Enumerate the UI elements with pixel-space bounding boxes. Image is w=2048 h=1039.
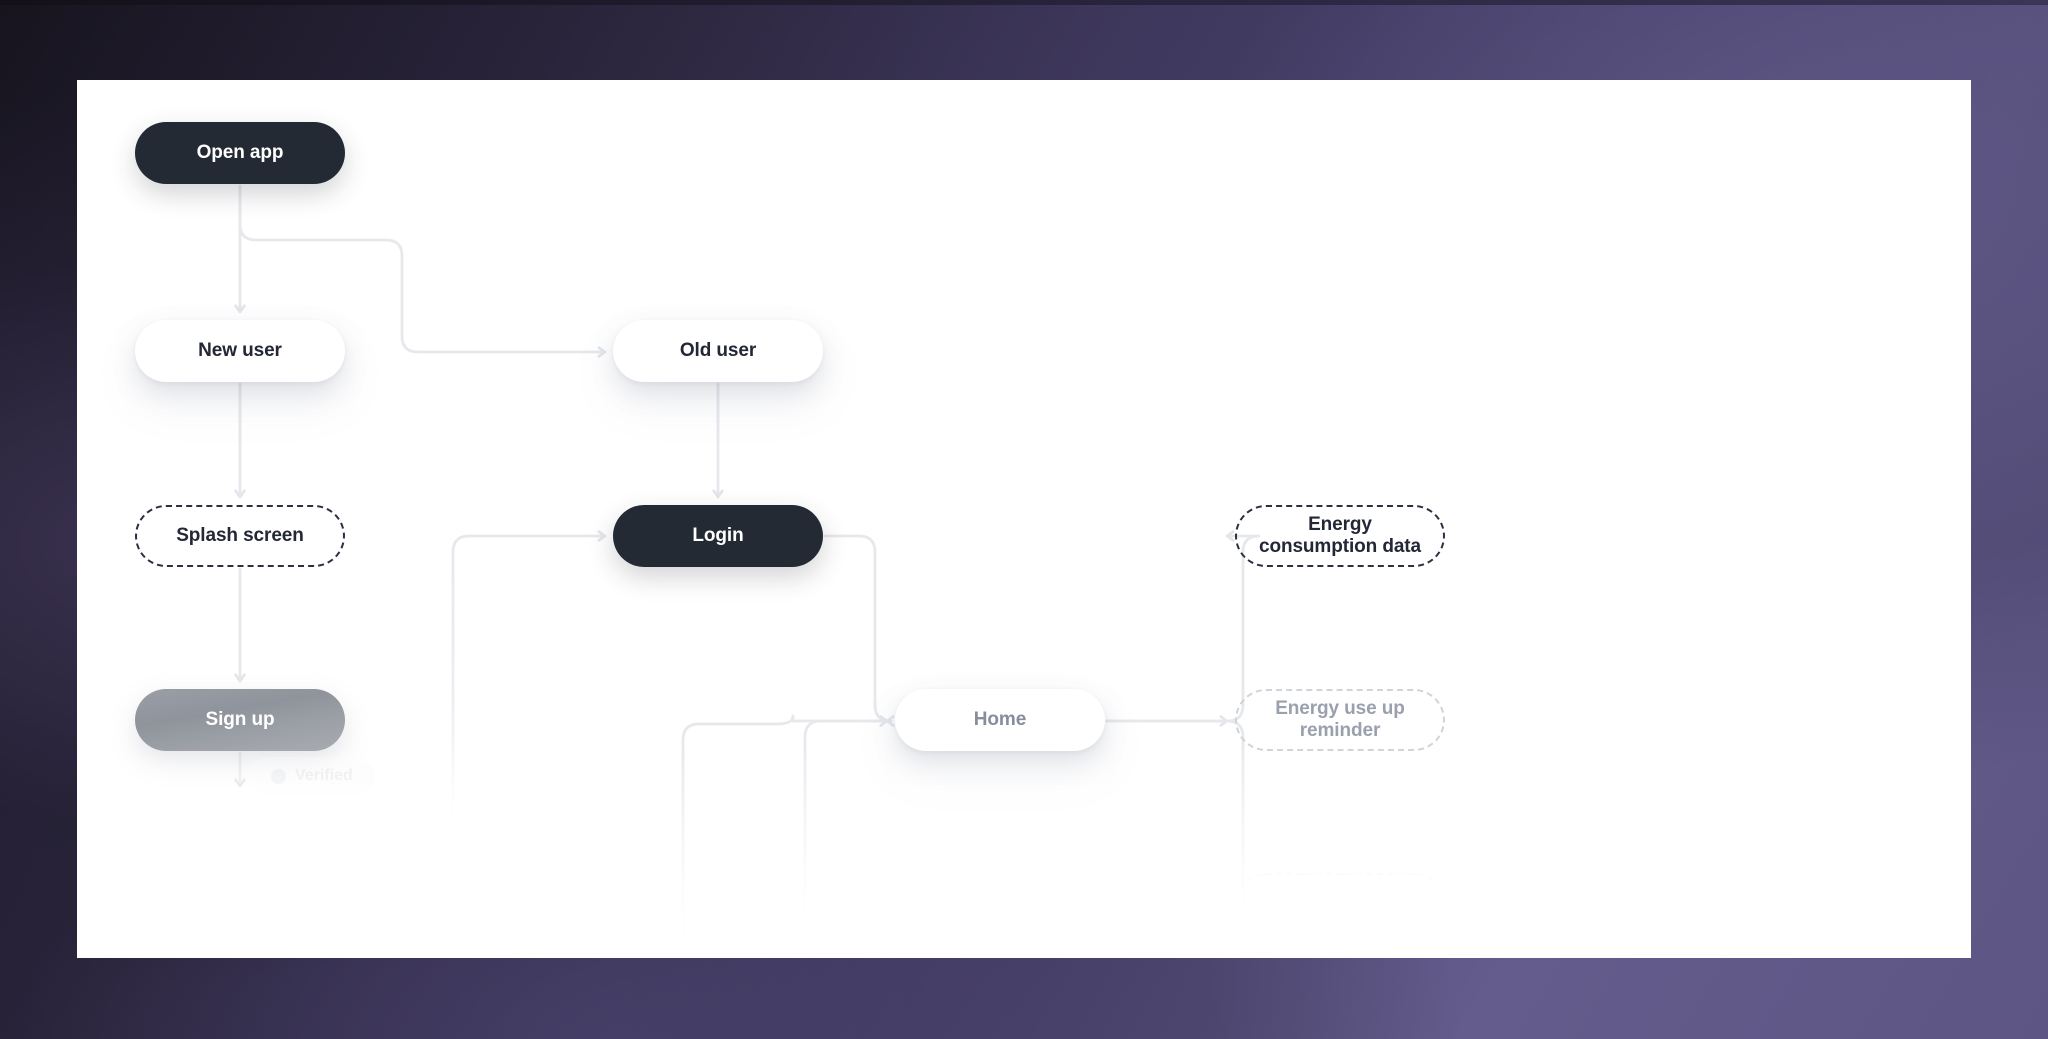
edge-home-energydata: [1105, 530, 1261, 723]
node-energy-third[interactable]: [1235, 873, 1445, 935]
node-old-user-label: Old user: [679, 339, 757, 361]
node-verified[interactable]: Verified: [249, 757, 375, 795]
edge-lowerleft-home: [681, 714, 889, 958]
node-open-app[interactable]: Open app: [135, 122, 345, 184]
node-login[interactable]: Login: [613, 505, 823, 567]
flowchart-card: Open app New user Old user Splash screen…: [77, 80, 1971, 958]
node-login-label: Login: [692, 524, 744, 546]
node-new-user[interactable]: New user: [135, 320, 345, 382]
node-open-app-label: Open app: [196, 141, 284, 163]
connector-layer: [234, 184, 1261, 958]
node-sign-up-label: Sign up: [205, 708, 275, 730]
node-splash-screen[interactable]: Splash screen: [135, 505, 345, 567]
node-verified-label: Verified: [295, 767, 353, 784]
node-energy-use-up-reminder-label: Energy use up reminder: [1275, 697, 1405, 741]
node-old-user[interactable]: Old user: [613, 320, 823, 382]
node-home[interactable]: Home: [895, 689, 1105, 751]
screen-background: Open app New user Old user Splash screen…: [0, 0, 2048, 1039]
edge-lowerleft-home-riser: [803, 719, 889, 958]
edge-login-home: [823, 534, 895, 727]
node-splash-screen-label: Splash screen: [176, 524, 304, 546]
circle-dot-icon: [271, 768, 286, 784]
node-energy-use-up-reminder[interactable]: Energy use up reminder: [1235, 689, 1445, 751]
node-home-label: Home: [973, 708, 1027, 730]
node-energy-consumption-data-label: Energy consumption data: [1258, 513, 1421, 557]
edge-home-energythird: [1105, 719, 1245, 958]
node-sign-up[interactable]: Sign up: [135, 689, 345, 751]
node-energy-consumption-data[interactable]: Energy consumption data: [1235, 505, 1445, 567]
node-new-user-label: New user: [198, 339, 282, 361]
flowchart-canvas: Open app New user Old user Splash screen…: [77, 80, 1971, 958]
